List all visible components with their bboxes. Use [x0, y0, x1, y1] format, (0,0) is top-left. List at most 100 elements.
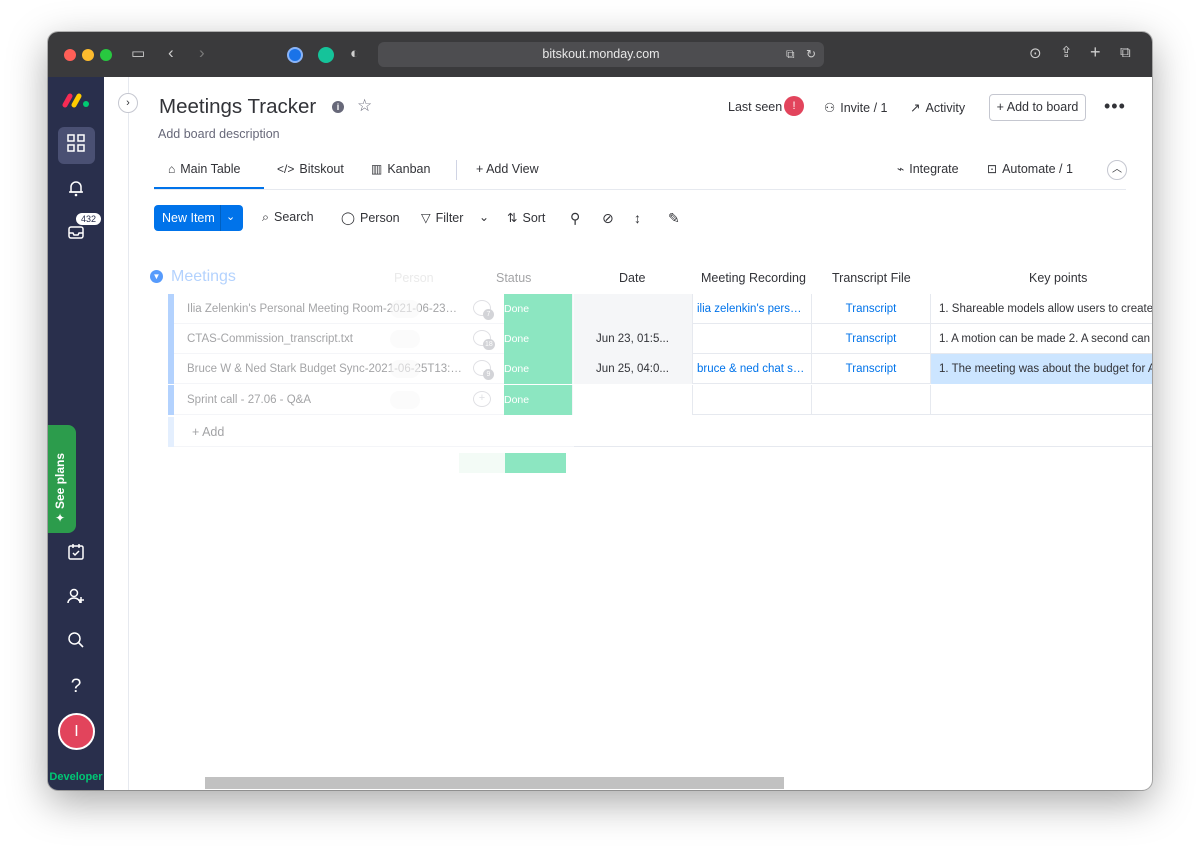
sidebar-toggle-icon[interactable]: ▭ — [131, 46, 145, 62]
close-window-button[interactable] — [64, 49, 76, 61]
address-bar[interactable]: bitskout.monday.com ⧉ ↻ — [378, 42, 824, 67]
pin-icon[interactable]: ⚲ — [570, 210, 580, 227]
extension-icon[interactable] — [287, 47, 303, 63]
add-item-row[interactable]: + Add — [168, 417, 1152, 447]
person-avatar[interactable] — [390, 300, 420, 318]
new-item-button[interactable]: New Item ⌄ — [154, 205, 243, 231]
status-cell[interactable]: Done — [504, 324, 572, 354]
forward-icon[interactable]: › — [199, 44, 205, 61]
recording-link[interactable] — [692, 324, 811, 354]
see-plans-button[interactable]: See plans ✦ — [48, 425, 76, 533]
download-icon[interactable]: ⊙ — [1029, 46, 1042, 62]
key-points-cell[interactable]: 1. Shareable models allow users to creat… — [930, 294, 1152, 324]
favorite-star-icon[interactable]: ☆ — [357, 96, 372, 116]
board-description[interactable]: Add board description — [158, 127, 280, 141]
search-button[interactable]: ⌕ Search — [262, 210, 314, 225]
recording-link[interactable]: bruce & ned chat sy... — [692, 354, 811, 384]
recording-link[interactable] — [692, 385, 811, 415]
search-icon[interactable] — [64, 631, 88, 655]
inbox-icon[interactable] — [64, 223, 88, 247]
transcript-link[interactable] — [811, 385, 930, 415]
invite-button[interactable]: ⚇ Invite / 1 — [824, 100, 887, 115]
back-icon[interactable]: ‹ — [168, 44, 174, 61]
board-title[interactable]: Meetings Tracker — [159, 95, 316, 119]
item-name[interactable]: CTAS-Commission_transcript.txt — [187, 333, 462, 345]
item-name[interactable]: Sprint call - 27.06 - Q&A — [187, 394, 462, 406]
table-row[interactable]: Sprint call - 27.06 - Q&A + Done — [168, 385, 1152, 415]
status-cell[interactable]: Done — [504, 385, 572, 415]
maximize-window-button[interactable] — [100, 49, 112, 61]
info-icon[interactable]: i — [332, 101, 344, 113]
automate-button[interactable]: ⊡ Automate / 1 — [987, 162, 1073, 176]
date-cell[interactable] — [572, 385, 692, 415]
person-avatar[interactable] — [390, 360, 420, 378]
more-options-icon[interactable]: ••• — [1104, 96, 1126, 117]
avatar[interactable]: I — [58, 713, 95, 750]
collapse-header-button[interactable]: ︿ — [1107, 160, 1127, 180]
reload-icon[interactable]: ↻ — [806, 46, 816, 62]
grammarly-icon[interactable] — [318, 47, 334, 63]
key-points-cell[interactable]: 1. A motion can be made 2. A second can … — [930, 324, 1152, 354]
person-avatar[interactable] — [390, 330, 420, 348]
key-points-cell[interactable] — [930, 385, 1152, 415]
status-cell[interactable]: Done — [504, 294, 572, 324]
share-icon[interactable]: ⇪ — [1060, 45, 1073, 61]
date-cell[interactable]: Jun 25, 04:0... — [572, 354, 692, 384]
filter-chevron-icon[interactable]: ⌄ — [479, 210, 489, 224]
tab-bitskout[interactable]: </> Bitskout — [277, 162, 344, 176]
date-cell[interactable] — [572, 294, 692, 324]
transcript-link[interactable]: Transcript — [811, 324, 930, 354]
my-work-calendar-icon[interactable] — [64, 543, 88, 567]
table-row[interactable]: Bruce W & Ned Stark Budget Sync-2021-06-… — [168, 354, 1152, 384]
item-name[interactable]: Bruce W & Ned Stark Budget Sync-2021-06-… — [187, 363, 462, 375]
last-seen-label[interactable]: Last seen — [728, 100, 782, 114]
hide-eye-icon[interactable]: ⊘ — [602, 210, 614, 227]
new-tab-icon[interactable]: + — [1090, 43, 1101, 61]
key-points-cell[interactable]: 1. The meeting was about the budget for … — [930, 354, 1152, 384]
item-name[interactable]: Ilia Zelenkin's Personal Meeting Room-20… — [187, 303, 462, 315]
row-height-icon[interactable]: ↕ — [634, 210, 641, 226]
tab-main-table[interactable]: ⌂ Main Table — [168, 162, 240, 176]
translate-icon[interactable]: ⧉ — [786, 46, 795, 62]
browser-window: ▭ ‹ › ◐ bitskout.monday.com ⧉ ↻ ⊙ ⇪ + ⧉ — [48, 32, 1152, 790]
table-row[interactable]: CTAS-Commission_transcript.txt 18 Done J… — [168, 324, 1152, 354]
sort-button[interactable]: ⇅ Sort — [507, 210, 545, 225]
person-avatar[interactable] — [390, 391, 420, 409]
column-header-status[interactable]: Status — [496, 271, 531, 285]
notifications-bell-icon[interactable] — [64, 179, 88, 203]
horizontal-scrollbar[interactable] — [205, 777, 784, 789]
shield-icon[interactable]: ◐ — [350, 46, 359, 62]
date-cell[interactable]: Jun 23, 01:5... — [572, 324, 692, 354]
group-collapse-icon[interactable]: ▼ — [150, 270, 163, 283]
column-header-date[interactable]: Date — [619, 271, 645, 285]
tab-kanban[interactable]: ▥ Kanban — [371, 162, 430, 176]
table-row[interactable]: Ilia Zelenkin's Personal Meeting Room-20… — [168, 294, 1152, 324]
paint-icon[interactable]: ✎ — [668, 210, 680, 227]
monday-logo-icon[interactable] — [62, 92, 90, 108]
minimize-window-button[interactable] — [82, 49, 94, 61]
recording-link[interactable]: ilia zelenkin's person... — [692, 294, 811, 324]
column-header-transcript-file[interactable]: Transcript File — [832, 271, 911, 285]
invite-members-icon[interactable] — [64, 587, 88, 611]
person-filter-button[interactable]: ◯ Person — [341, 210, 400, 225]
chevron-down-icon[interactable]: ⌄ — [226, 210, 235, 223]
column-header-key-points[interactable]: Key points — [1029, 271, 1087, 285]
add-view-button[interactable]: + Add View — [476, 162, 539, 176]
activity-button[interactable]: ↗ Activity — [910, 100, 965, 115]
last-seen-avatar[interactable]: ! — [784, 96, 804, 116]
status-summary-bar[interactable] — [505, 453, 566, 473]
transcript-link[interactable]: Transcript — [811, 294, 930, 324]
status-cell[interactable]: Done — [504, 354, 572, 384]
add-comment-icon[interactable]: + — [473, 391, 491, 407]
add-to-board-button[interactable]: + Add to board — [989, 94, 1086, 121]
column-header-meeting-recording[interactable]: Meeting Recording — [701, 271, 806, 285]
workspace-grid-icon[interactable] — [64, 134, 88, 158]
column-header-person[interactable]: Person — [394, 271, 434, 285]
expand-panel-button[interactable]: › — [118, 93, 138, 113]
transcript-link[interactable]: Transcript — [811, 354, 930, 384]
help-icon[interactable]: ? — [64, 675, 88, 699]
tab-overview-icon[interactable]: ⧉ — [1120, 45, 1131, 61]
filter-button[interactable]: ▽ Filter — [421, 210, 463, 225]
group-title[interactable]: Meetings — [171, 268, 236, 286]
integrate-button[interactable]: ⌁ Integrate — [897, 162, 959, 176]
